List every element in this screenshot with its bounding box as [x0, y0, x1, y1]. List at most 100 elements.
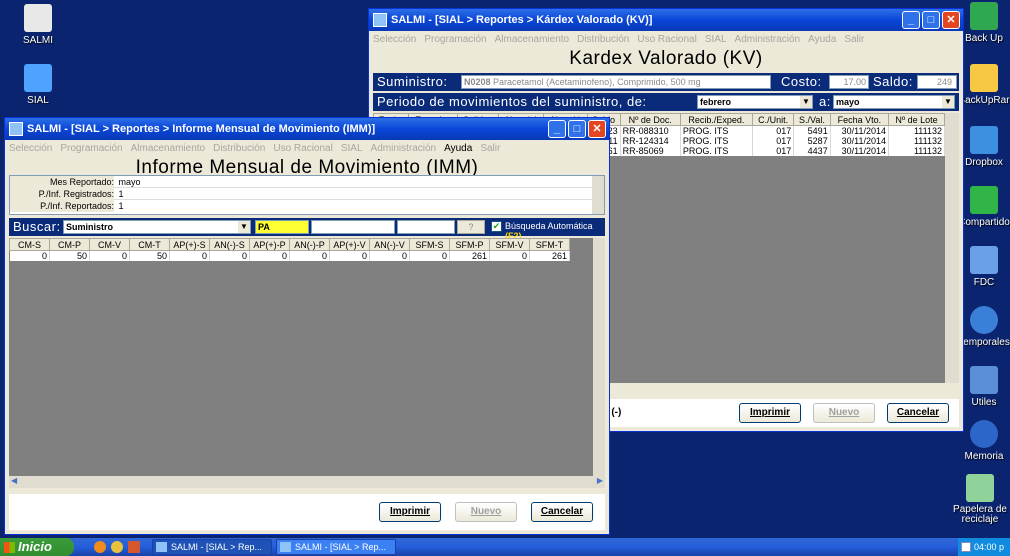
browser-icon[interactable] [94, 541, 106, 553]
system-tray: 04:00 p [958, 538, 1010, 556]
table-row[interactable]: 0 50 0 50 0 0 0 0 0 0 0 261 0 261 [9, 250, 570, 261]
minimize-button[interactable]: _ [548, 120, 566, 138]
imm-window: SALMI - [SIAL > Reportes > Informe Mensu… [4, 117, 610, 535]
clock[interactable]: 04:00 p [974, 542, 1004, 552]
column-header[interactable]: CM-V [89, 238, 130, 251]
menu-administracion[interactable]: Administración [371, 143, 437, 154]
column-header[interactable]: Recib./Exped. [679, 113, 753, 126]
close-button[interactable]: ✕ [942, 11, 960, 29]
column-header[interactable]: AN(-)-V [369, 238, 410, 251]
column-header[interactable]: CM-S [9, 238, 50, 251]
menu-sial[interactable]: SIAL [705, 34, 727, 45]
tray-icon[interactable] [961, 542, 971, 552]
search-input[interactable]: PA [255, 220, 309, 234]
cell-sval: 5491 [793, 125, 831, 136]
scroll-left-icon[interactable]: ◀ [11, 476, 17, 485]
app-quicklaunch-icon[interactable] [128, 541, 140, 553]
menu-seleccion[interactable]: Selección [9, 143, 52, 154]
cancel-button[interactable]: Cancelar [887, 403, 949, 423]
desktop-icon-recycle-bin[interactable]: Papelera de reciclaje [944, 474, 1010, 525]
cell-cm-s: 0 [9, 250, 50, 261]
recycle-bin-icon [966, 474, 994, 502]
scroll-right-icon[interactable]: ▶ [597, 476, 603, 485]
suministro-bar: Suministro: N0208 Paracetamol (Acetamino… [373, 73, 959, 91]
cell-doc: RR-124314 [620, 136, 681, 146]
new-button[interactable]: Nuevo [813, 403, 875, 423]
chevron-down-icon[interactable]: ▼ [942, 96, 954, 108]
menu-seleccion[interactable]: Selección [373, 34, 416, 45]
menu-almacenamiento[interactable]: Almacenamiento [495, 34, 569, 45]
column-header[interactable]: AP(+)-V [329, 238, 370, 251]
horizontal-scrollbar[interactable]: ◀ ▶ [9, 476, 605, 488]
menu-salir[interactable]: Salir [480, 143, 500, 154]
menu-sial[interactable]: SIAL [341, 143, 363, 154]
menu-ayuda[interactable]: Ayuda [808, 34, 836, 45]
maximize-button[interactable]: □ [568, 120, 586, 138]
cell-cunit: 017 [752, 146, 795, 156]
periodo-from-select[interactable]: febrero ▼ [697, 95, 813, 109]
kardex-titlebar[interactable]: SALMI - [SIAL > Reportes > Kárdex Valora… [369, 9, 963, 31]
chevron-down-icon[interactable]: ▼ [238, 221, 250, 233]
periodo-from-value: febrero [700, 97, 732, 107]
cell-fvto: 30/11/2014 [830, 146, 890, 156]
imm-titlebar[interactable]: SALMI - [SIAL > Reportes > Informe Mensu… [5, 118, 609, 140]
menu-salir[interactable]: Salir [844, 34, 864, 45]
print-button[interactable]: Imprimir [739, 403, 801, 423]
desktop-icon-salmi[interactable]: SALMI [6, 4, 70, 46]
taskbar-item-kardex[interactable]: SALMI - [SIAL > Rep... [276, 539, 396, 555]
chevron-down-icon[interactable]: ▼ [800, 96, 812, 108]
column-header[interactable]: C./Unit. [751, 113, 795, 126]
menu-administracion[interactable]: Administración [735, 34, 801, 45]
cell-sfm-s: 0 [409, 250, 450, 261]
menu-uso-racional[interactable]: Uso Racional [637, 34, 696, 45]
column-header[interactable]: SFM-T [529, 238, 570, 251]
media-icon[interactable] [111, 541, 123, 553]
desktop-icon-sial[interactable]: SIAL [6, 64, 70, 106]
menu-almacenamiento[interactable]: Almacenamiento [131, 143, 205, 154]
column-header[interactable]: AN(-)-P [289, 238, 330, 251]
suministro-field[interactable]: N0208 Paracetamol (Acetaminofeno), Compr… [461, 75, 771, 89]
cancel-button[interactable]: Cancelar [531, 502, 593, 522]
new-button[interactable]: Nuevo [455, 502, 517, 522]
menu-distribucion[interactable]: Distribución [213, 143, 265, 154]
column-header[interactable]: AN(-)-S [209, 238, 250, 251]
column-header[interactable]: S./Val. [793, 113, 831, 126]
auto-search-checkbox[interactable]: ✔ [491, 221, 502, 232]
column-header[interactable]: Nº de Doc. [619, 113, 681, 126]
menu-ayuda[interactable]: Ayuda [444, 143, 472, 154]
taskbar-item-imm[interactable]: SALMI - [SIAL > Rep... [152, 539, 272, 555]
costo-field: 17.00 [829, 75, 869, 89]
column-header[interactable]: AP(+)-P [249, 238, 290, 251]
column-header[interactable]: SFM-P [449, 238, 490, 251]
column-header[interactable]: CM-T [129, 238, 170, 251]
vertical-scrollbar[interactable] [592, 176, 604, 214]
cell-cunit: 017 [752, 136, 795, 146]
cell-sval: 4437 [793, 146, 831, 156]
menu-uso-racional[interactable]: Uso Racional [273, 143, 332, 154]
help-button[interactable]: ? [457, 220, 485, 234]
buscar-bar: Buscar: Suministro ▼ PA ? ✔ Búsqueda Aut… [9, 218, 605, 241]
close-button[interactable]: ✕ [588, 120, 606, 138]
imm-grid[interactable]: CM-S CM-P CM-V CM-T AP(+)-S AN(-)-S AP(+… [9, 238, 593, 476]
vertical-scrollbar[interactable] [945, 113, 959, 383]
search-input-2[interactable] [311, 220, 395, 234]
minimize-button[interactable]: _ [902, 11, 920, 29]
column-header[interactable]: AP(+)-S [169, 238, 210, 251]
periodo-to-select[interactable]: mayo ▼ [833, 95, 955, 109]
column-header[interactable]: SFM-V [489, 238, 530, 251]
column-header[interactable]: SFM-S [409, 238, 450, 251]
saldo-label: Saldo: [873, 74, 913, 89]
start-button[interactable]: Inicio [0, 538, 74, 556]
menu-programacion[interactable]: Programación [60, 143, 122, 154]
column-header[interactable]: Nº de Lote [888, 113, 945, 126]
column-header[interactable]: CM-P [49, 238, 90, 251]
buscar-field-select[interactable]: Suministro ▼ [63, 220, 251, 234]
menu-distribucion[interactable]: Distribución [577, 34, 629, 45]
maximize-button[interactable]: □ [922, 11, 940, 29]
menu-programacion[interactable]: Programación [424, 34, 486, 45]
search-input-3[interactable] [397, 220, 455, 234]
print-button[interactable]: Imprimir [379, 502, 441, 522]
vertical-scrollbar[interactable] [593, 238, 605, 476]
column-header[interactable]: Fecha Vto. [829, 113, 890, 126]
start-label: Inicio [18, 539, 52, 554]
